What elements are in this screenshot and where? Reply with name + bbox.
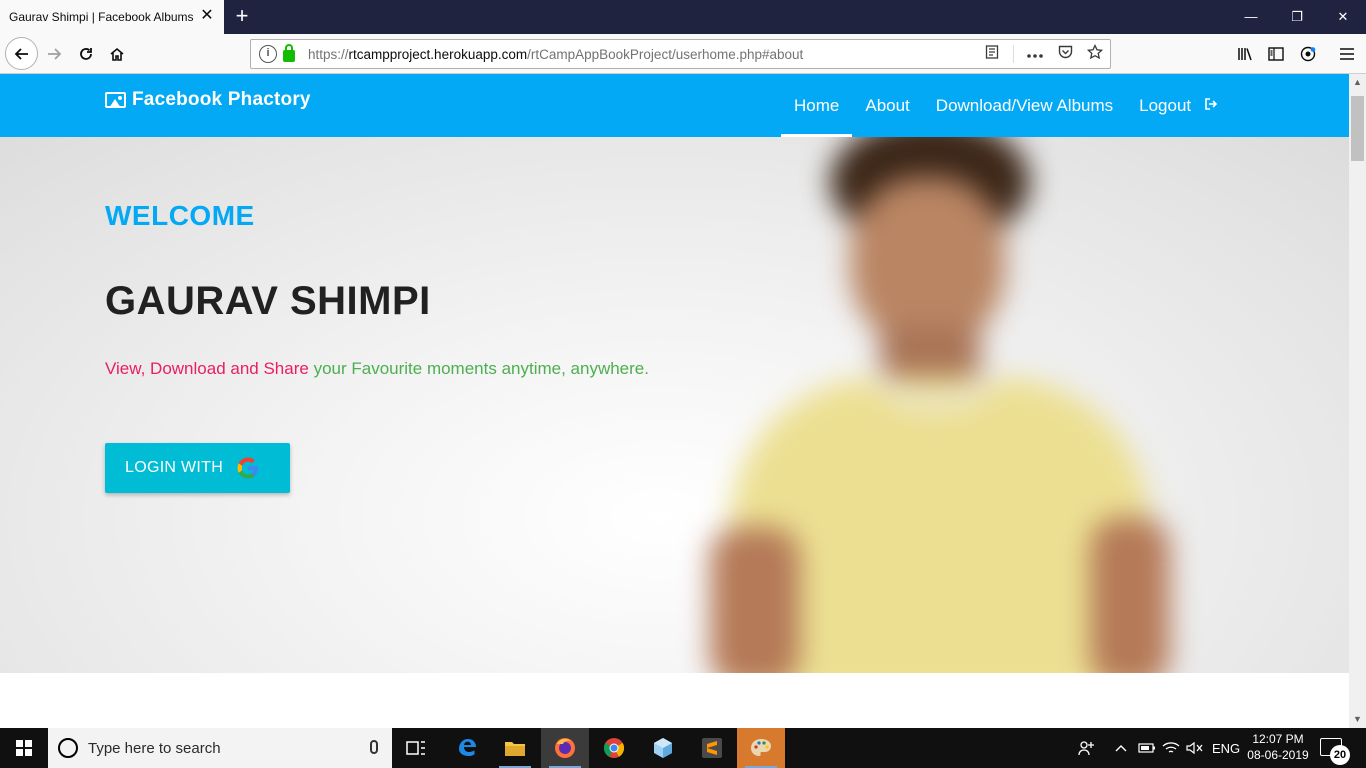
hero-person-image (690, 137, 1190, 673)
page-actions-icon[interactable] (1020, 46, 1050, 63)
tagline: View, Download and Share your Favourite … (105, 359, 649, 379)
account-icon[interactable] (1294, 40, 1322, 68)
page-scrollbar[interactable]: ▲ ▼ (1349, 74, 1366, 728)
tab-title: Gaurav Shimpi | Facebook Albums (9, 10, 194, 24)
reader-view-icon[interactable] (977, 45, 1007, 63)
site-navbar: Facebook Phactory Home About Download/Vi… (0, 74, 1349, 137)
welcome-heading: WELCOME (105, 200, 255, 231)
folder-icon (505, 742, 525, 756)
volume-muted-icon[interactable] (1186, 728, 1204, 768)
battery-icon[interactable] (1138, 728, 1156, 768)
image-icon (105, 92, 126, 108)
close-window-button[interactable]: ✕ (1320, 0, 1366, 34)
nav-home[interactable]: Home (781, 74, 853, 137)
nav-logout[interactable]: Logout (1126, 74, 1230, 137)
notification-count-badge: 20 (1330, 745, 1350, 765)
microphone-icon[interactable] (370, 740, 378, 754)
url-text[interactable]: https://rtcampproject.herokuapp.com/rtCa… (308, 47, 803, 62)
taskbar-firefox[interactable] (541, 728, 589, 768)
url-path: /rtCampAppBookProject/userhome.php#about (527, 46, 804, 62)
taskbar-sublime[interactable] (688, 728, 736, 768)
info-icon[interactable]: i (259, 45, 277, 63)
user-name-heading: GAURAV SHIMPI (105, 279, 431, 323)
tagline-part1: View, Download and Share (105, 359, 309, 378)
taskbar-clock[interactable]: 12:07 PM 08-06-2019 (1244, 731, 1312, 763)
brand-logo[interactable]: Facebook Phactory (105, 89, 311, 111)
clock-date: 08-06-2019 (1247, 748, 1309, 762)
arrow-left-icon (14, 47, 28, 60)
taskbar-chrome[interactable] (590, 728, 638, 768)
edge-icon (459, 739, 476, 756)
sublime-text-icon (702, 738, 722, 758)
language-indicator[interactable]: ENG (1212, 728, 1240, 768)
windows-logo-icon (16, 740, 32, 756)
taskbar-file-explorer[interactable] (491, 728, 539, 768)
scroll-down-arrow-icon[interactable]: ▼ (1349, 711, 1366, 728)
page-viewport: Facebook Phactory Home About Download/Vi… (0, 74, 1349, 728)
chrome-icon (603, 738, 625, 758)
taskbar-search[interactable]: Type here to search (48, 728, 392, 768)
new-tab-button[interactable]: + (230, 4, 254, 28)
taskbar-paint[interactable] (737, 728, 785, 768)
nav-download-albums[interactable]: Download/View Albums (923, 74, 1126, 137)
sidebar-icon[interactable] (1262, 40, 1290, 68)
url-actions (977, 40, 1110, 68)
url-bar[interactable]: i https://rtcampproject.herokuapp.com/rt… (250, 39, 1111, 69)
pocket-icon[interactable] (1050, 45, 1080, 63)
tagline-part2: your Favourite moments anytime, anywhere… (313, 359, 649, 378)
taskbar-3d-viewer[interactable] (639, 728, 687, 768)
back-button[interactable] (5, 37, 38, 70)
browser-tab[interactable]: Gaurav Shimpi | Facebook Albums ✕ (0, 0, 224, 34)
restore-button[interactable]: ❐ (1274, 0, 1320, 34)
login-with-google-button[interactable]: LOGIN WITH (105, 443, 290, 493)
task-view-icon (406, 741, 425, 755)
cortana-icon (58, 738, 78, 758)
nav-about[interactable]: About (852, 74, 922, 137)
nav-links: Home About Download/View Albums Logout (781, 74, 1230, 137)
url-host: rtcampproject.herokuapp.com (348, 46, 528, 62)
paint-palette-icon (751, 739, 771, 756)
logout-label: Logout (1139, 95, 1192, 115)
minimize-button[interactable]: — (1228, 0, 1274, 34)
chevron-up-icon[interactable] (1115, 728, 1127, 768)
reload-button[interactable] (72, 40, 100, 68)
sign-out-icon (1205, 98, 1218, 113)
menu-icon[interactable] (1333, 40, 1361, 68)
scroll-up-arrow-icon[interactable]: ▲ (1349, 74, 1366, 91)
login-label: LOGIN WITH (125, 459, 224, 476)
windows-taskbar: Type here to search ENG 12:07 PM 08-06-2… (0, 728, 1366, 768)
tab-close-icon[interactable]: ✕ (199, 8, 215, 24)
taskbar-edge[interactable] (443, 728, 491, 768)
firefox-icon (555, 738, 575, 758)
library-icon[interactable] (1231, 40, 1259, 68)
browser-toolbar: i https://rtcampproject.herokuapp.com/rt… (0, 34, 1366, 74)
arrow-right-icon (48, 48, 62, 60)
people-icon[interactable] (1078, 728, 1094, 768)
wifi-icon[interactable] (1162, 728, 1180, 768)
url-separator (1013, 45, 1014, 63)
browser-tab-strip: Gaurav Shimpi | Facebook Albums ✕ + — ❐ … (0, 0, 1366, 34)
reload-icon (80, 48, 92, 60)
scroll-thumb[interactable] (1351, 96, 1364, 161)
bookmark-star-icon[interactable] (1080, 43, 1110, 64)
home-button[interactable] (103, 40, 131, 68)
url-prefix: https:// (308, 46, 349, 62)
hero-section: WELCOME GAURAV SHIMPI View, Download and… (0, 137, 1349, 673)
brand-name: Facebook Phactory (132, 89, 311, 110)
cube-icon (654, 738, 672, 758)
home-icon (110, 47, 124, 61)
start-button[interactable] (0, 728, 48, 768)
forward-button[interactable] (40, 40, 68, 68)
task-view-button[interactable] (392, 728, 440, 768)
google-icon (237, 457, 259, 479)
clock-time: 12:07 PM (1252, 732, 1304, 746)
lock-icon[interactable] (283, 44, 295, 62)
search-placeholder: Type here to search (88, 739, 221, 757)
